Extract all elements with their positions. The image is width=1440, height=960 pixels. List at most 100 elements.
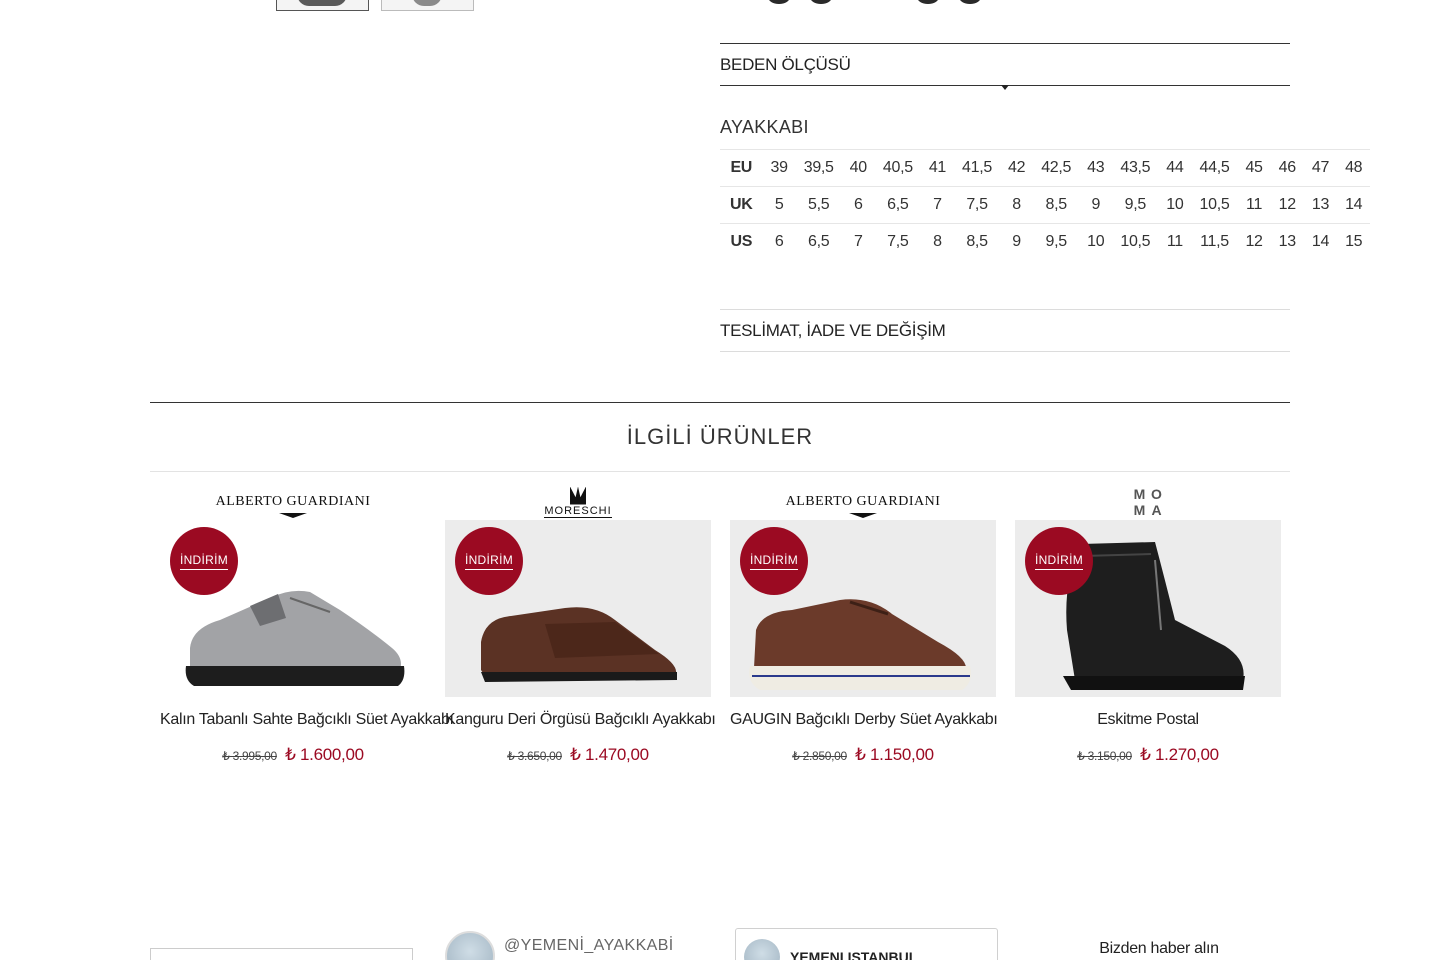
product-price: ₺ 2.850,00 ₺ 1.150,00 [730, 745, 996, 765]
brand-name: MOMA [1133, 485, 1162, 518]
size-row-label: EU [720, 149, 763, 187]
size-cell: 42,5 [1033, 149, 1080, 187]
brand-logo: MOMA [1015, 484, 1281, 520]
product-name[interactable]: Kalın Tabanlı Sahte Bağcıklı Süet Ayakka… [160, 711, 454, 729]
facebook-page-name[interactable]: YEMENI ISTANBUL [790, 949, 917, 960]
size-cell: 10,5 [1191, 186, 1238, 224]
product-card[interactable]: ALBERTO GUARDIANI İNDİRİM Kalın Tabanlı … [160, 484, 454, 765]
shipping-returns-accordion[interactable]: TESLİMAT, İADE VE DEĞİŞİM [720, 309, 1290, 352]
size-cell: 11 [1158, 223, 1192, 261]
size-row-us: US 6 6,5 7 7,5 8 8,5 9 9,5 10 10,5 11 11,5 12 13 14 15 [720, 223, 1371, 261]
old-price: ₺ 3.650,00 [507, 749, 562, 763]
size-cell: 40 [841, 149, 875, 187]
old-price: ₺ 2.850,00 [792, 749, 847, 763]
size-cell: 7 [920, 186, 955, 224]
shoe-thumbnail-image [297, 0, 347, 6]
caret-down-icon [1001, 85, 1009, 90]
instagram-widget[interactable]: @YEMENİ_AYAKKABİ [445, 931, 674, 960]
size-cell: 47 [1303, 149, 1338, 187]
size-cell: 7,5 [874, 223, 921, 261]
size-cell: 13 [1270, 223, 1304, 261]
color-swatch[interactable] [810, 0, 832, 4]
size-cell: 6,5 [795, 223, 842, 261]
discount-badge: İNDİRİM [1025, 527, 1093, 595]
product-price: ₺ 3.150,00 ₺ 1.270,00 [1015, 745, 1281, 765]
size-cell: 9 [1079, 186, 1113, 224]
size-cell: 12 [1237, 223, 1271, 261]
footer-widget-box [150, 948, 413, 960]
size-row-label: US [720, 223, 763, 261]
size-cell: 6 [841, 186, 875, 224]
size-category: AYAKKABI [720, 117, 809, 137]
size-cell: 14 [1337, 186, 1371, 224]
size-cell: 48 [1337, 149, 1371, 187]
size-cell: 7,5 [954, 186, 1000, 224]
brand-name: MORESCHI [544, 486, 612, 518]
product-name[interactable]: Eskitme Postal [1015, 711, 1281, 729]
old-price: ₺ 3.150,00 [1077, 749, 1132, 763]
size-cell: 8,5 [954, 223, 1000, 261]
color-swatch[interactable] [959, 0, 981, 4]
size-cell: 11,5 [1191, 223, 1238, 261]
size-cell: 5,5 [795, 186, 842, 224]
product-image[interactable]: İNDİRİM [445, 520, 711, 697]
size-cell: 11 [1237, 186, 1271, 224]
product-image[interactable]: İNDİRİM [1015, 520, 1281, 697]
size-cell: 39,5 [795, 149, 842, 187]
facebook-widget[interactable]: YEMENI ISTANBUL [735, 928, 998, 960]
sale-price: ₺ 1.600,00 [285, 745, 364, 764]
color-swatch[interactable] [917, 0, 939, 4]
size-cell: 6 [762, 223, 796, 261]
divider [150, 402, 1290, 403]
instagram-handle[interactable]: @YEMENİ_AYAKKABİ [504, 937, 674, 955]
discount-badge: İNDİRİM [455, 527, 523, 595]
size-cell: 46 [1270, 149, 1304, 187]
size-row-uk: UK 5 5,5 6 6,5 7 7,5 8 8,5 9 9,5 10 10,5 11 12 13 14 [720, 186, 1371, 224]
product-name[interactable]: GAUGIN Bağcıklı Derby Süet Ayakkabı [730, 711, 998, 729]
shoe-thumbnail-image [412, 0, 442, 6]
product-card[interactable]: ALBERTO GUARDIANI İNDİRİM GAUGIN Bağcıkl… [730, 484, 998, 765]
brand-logo: ALBERTO GUARDIANI [160, 484, 426, 520]
sale-price: ₺ 1.150,00 [855, 745, 934, 764]
size-cell: 42 [999, 149, 1034, 187]
moreschi-logo-icon [570, 486, 586, 505]
gallery-thumbnail[interactable] [276, 0, 369, 11]
product-price: ₺ 3.650,00 ₺ 1.470,00 [445, 745, 711, 765]
size-table: EU 39 39,5 40 40,5 41 41,5 42 42,5 43 43,5 44 44,5 45… [720, 149, 1371, 261]
size-cell: 9 [999, 223, 1034, 261]
product-image[interactable]: İNDİRİM [730, 520, 996, 697]
shipping-heading: TESLİMAT, İADE VE DEĞİŞİM [720, 320, 946, 340]
sale-price: ₺ 1.270,00 [1140, 745, 1219, 764]
instagram-avatar [445, 931, 495, 960]
size-cell: 8 [999, 186, 1034, 224]
brand-name: ALBERTO GUARDIANI [216, 494, 371, 518]
size-cell: 39 [762, 149, 796, 187]
product-name[interactable]: Kanguru Deri Örgüsü Bağcıklı Ayakkabı [445, 711, 716, 729]
old-price: ₺ 3.995,00 [222, 749, 277, 763]
size-chart-accordion[interactable]: BEDEN ÖLÇÜSÜ [720, 43, 1290, 90]
divider [150, 471, 1290, 472]
gallery-thumbnails [276, 0, 474, 11]
size-cell: 6,5 [874, 186, 921, 224]
product-image[interactable]: İNDİRİM [160, 520, 426, 697]
product-card[interactable]: MOMA İNDİRİM Eskitme Postal ₺ 3.150,00 ₺… [1015, 484, 1281, 765]
size-cell: 12 [1270, 186, 1304, 224]
product-card[interactable]: MORESCHI İNDİRİM Kanguru Deri Örgüsü Bağ… [445, 484, 716, 765]
size-cell: 15 [1337, 223, 1371, 261]
size-cell: 8 [920, 223, 955, 261]
gallery-thumbnail[interactable] [381, 0, 474, 11]
size-cell: 8,5 [1033, 186, 1080, 224]
related-products-title: İLGİLİ ÜRÜNLER [626, 424, 814, 449]
size-cell: 10,5 [1112, 223, 1159, 261]
brand-logo: MORESCHI [445, 484, 711, 520]
size-cell: 7 [841, 223, 875, 261]
brand-name: ALBERTO GUARDIANI [786, 494, 941, 518]
size-row-eu: EU 39 39,5 40 40,5 41 41,5 42 42,5 43 43,5 44 44,5 45… [720, 149, 1371, 187]
discount-badge: İNDİRİM [170, 527, 238, 595]
size-cell: 43,5 [1112, 149, 1159, 187]
size-cell: 5 [762, 186, 796, 224]
product-price: ₺ 3.995,00 ₺ 1.600,00 [160, 745, 426, 765]
discount-badge: İNDİRİM [740, 527, 808, 595]
size-cell: 14 [1303, 223, 1338, 261]
color-swatch[interactable] [768, 0, 790, 4]
